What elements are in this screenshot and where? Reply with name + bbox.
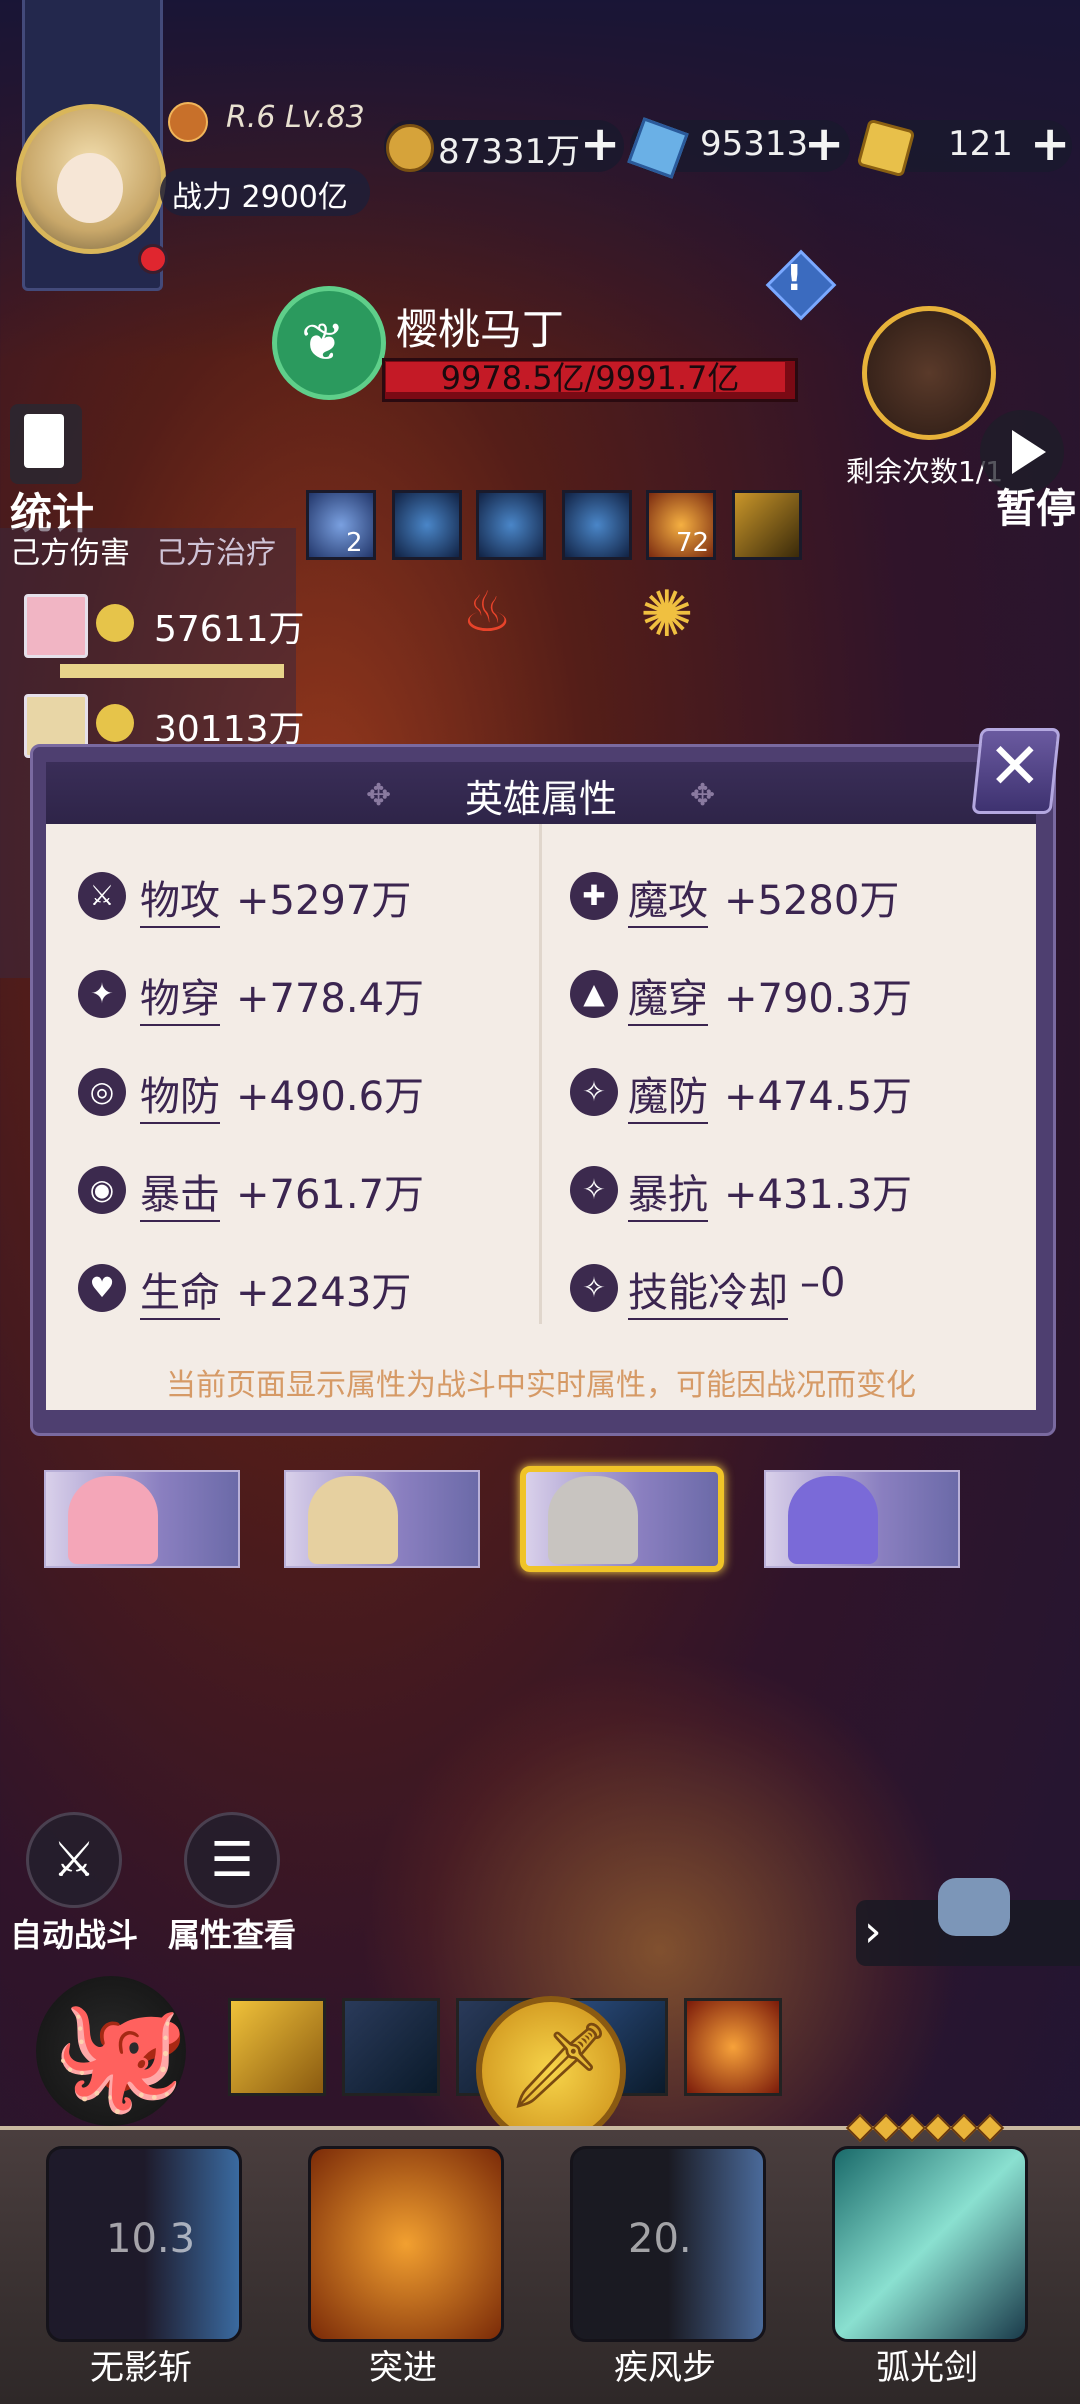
play-icon — [1012, 430, 1046, 474]
add-gem-button[interactable]: + — [804, 118, 844, 170]
attr-name: 魔攻 — [628, 868, 708, 928]
crossed-swords-icon: ⚔ — [52, 1832, 96, 1888]
attr-name: 物攻 — [140, 868, 220, 928]
attr-name: 物穿 — [140, 966, 220, 1026]
modal-divider — [539, 824, 542, 1324]
sword-icon: 🗡 — [506, 2016, 613, 2114]
hero-card-blue[interactable] — [764, 1470, 960, 1568]
flame-icon: ♨ — [462, 580, 513, 645]
octopus-icon: 🐙 — [52, 1990, 189, 2118]
chat-bubble-icon[interactable] — [938, 1878, 1010, 1936]
enemy-portrait — [862, 306, 996, 440]
attr-value: –0 — [800, 1260, 846, 1306]
attr-value: +5297万 — [236, 878, 412, 924]
buff-icon — [684, 1998, 782, 2096]
hero-card-pink[interactable] — [44, 1470, 240, 1568]
attr-value: +761.7万 — [236, 1172, 425, 1218]
boss-butterfly-icon: ❦ — [272, 286, 386, 400]
attr-value: +490.6万 — [236, 1074, 425, 1120]
player-power: 战力 2900亿 — [172, 180, 348, 215]
attr-value: +2243万 — [236, 1270, 412, 1316]
resource-gold-value: 87331万 — [438, 132, 581, 172]
buff-icon — [342, 1998, 440, 2096]
skill-name: 无影斩 — [90, 2348, 192, 2388]
modal-title: 英雄属性 — [464, 777, 617, 821]
add-gold-button[interactable]: + — [580, 118, 620, 170]
magic-pierce-icon: ▲ — [570, 970, 618, 1018]
magic-defense-icon: ✧ — [570, 1068, 618, 1116]
hero-card-silver-selected[interactable] — [520, 1466, 724, 1572]
attack-type-icon — [96, 704, 134, 742]
attr-value: +790.3万 — [724, 976, 913, 1022]
attr-name: 暴抗 — [628, 1162, 708, 1222]
attr-name: 魔防 — [628, 1064, 708, 1124]
buff-icon[interactable] — [562, 490, 632, 560]
buff-icon[interactable] — [392, 490, 462, 560]
boss-hp-text: 9978.5亿/9991.7亿 — [440, 359, 740, 397]
attr-name: 物防 — [140, 1064, 220, 1124]
attr-value: +778.4万 — [236, 976, 425, 1022]
buff-icon[interactable] — [476, 490, 546, 560]
attr-name: 魔穿 — [628, 966, 708, 1026]
buff-count: 72 — [676, 528, 710, 558]
gold-coin-icon — [386, 124, 434, 172]
attr-value: +431.3万 — [724, 1172, 913, 1218]
attr-value: +474.5万 — [724, 1074, 913, 1120]
attr-name: 暴击 — [140, 1162, 220, 1222]
chevron-right-icon: › — [864, 1906, 882, 1957]
modal-note: 当前页面显示属性为战斗中实时属性，可能因战况而变化 — [166, 1368, 916, 1403]
skill-cooldown: 20. — [628, 2216, 692, 2262]
hero-card-blonde[interactable] — [284, 1470, 480, 1568]
resource-ticket-value: 121 — [948, 124, 1013, 164]
skill-button-4[interactable] — [832, 2146, 1028, 2342]
rank-badge-icon — [168, 102, 208, 142]
auto-battle-button[interactable]: ⚔ — [26, 1812, 122, 1908]
list-icon: ☰ — [210, 1832, 254, 1888]
boss-name: 樱桃马丁 — [396, 305, 565, 354]
damage-row-value: 57611万 — [154, 609, 305, 650]
attr-name: 生命 — [140, 1260, 220, 1320]
magic-attack-icon: ✚ — [570, 872, 618, 920]
cooldown-icon: ✧ — [570, 1264, 618, 1312]
physical-defense-icon: ◎ — [78, 1068, 126, 1116]
buff-icon[interactable] — [306, 490, 376, 560]
add-ticket-button[interactable]: + — [1030, 118, 1070, 170]
damage-row-bar-fill — [60, 664, 284, 678]
skill-name: 突进 — [369, 2348, 437, 2388]
hero-portrait — [308, 1476, 398, 1564]
health-icon: ♥ — [78, 1264, 126, 1312]
physical-pierce-icon: ✦ — [78, 970, 126, 1018]
resource-gem-value: 95313 — [700, 124, 809, 164]
sword-buff-icon — [228, 1998, 326, 2096]
auto-battle-label: 自动战斗 — [10, 1916, 139, 1954]
skill-cooldown: 10.3 — [106, 2216, 196, 2262]
tab-damage[interactable]: 己方伤害 — [10, 528, 130, 572]
hero-portrait — [68, 1476, 158, 1564]
tab-heal[interactable]: 己方治疗 — [156, 528, 276, 572]
critical-resist-icon: ✧ — [570, 1166, 618, 1214]
pause-label: 暂停 — [996, 486, 1076, 532]
critical-icon: ◉ — [78, 1166, 126, 1214]
skill-button-2[interactable] — [308, 2146, 504, 2342]
statistics-button[interactable] — [10, 404, 82, 484]
exclamation-icon: ! — [786, 258, 803, 299]
close-icon: ✕ — [988, 730, 1042, 804]
buff-count: 2 — [346, 528, 363, 558]
player-avatar[interactable] — [16, 104, 166, 254]
notification-dot — [138, 244, 168, 274]
hero-portrait — [548, 1476, 638, 1564]
skill-name: 弧光剑 — [876, 2348, 978, 2388]
damage-row-avatar — [24, 594, 88, 658]
physical-attack-icon: ⚔ — [78, 872, 126, 920]
view-attributes-label: 属性查看 — [168, 1916, 297, 1954]
skill-name: 疾风步 — [614, 2348, 716, 2388]
view-attributes-button[interactable]: ☰ — [184, 1812, 280, 1908]
attack-type-icon — [96, 604, 134, 642]
attr-name: 技能冷却 — [628, 1260, 788, 1320]
attr-value: +5280万 — [724, 878, 900, 924]
hero-portrait — [788, 1476, 878, 1564]
player-level: R.6 Lv.83 — [226, 100, 365, 135]
buff-icon[interactable] — [732, 490, 802, 560]
spark-icon: ✺ — [640, 578, 694, 652]
